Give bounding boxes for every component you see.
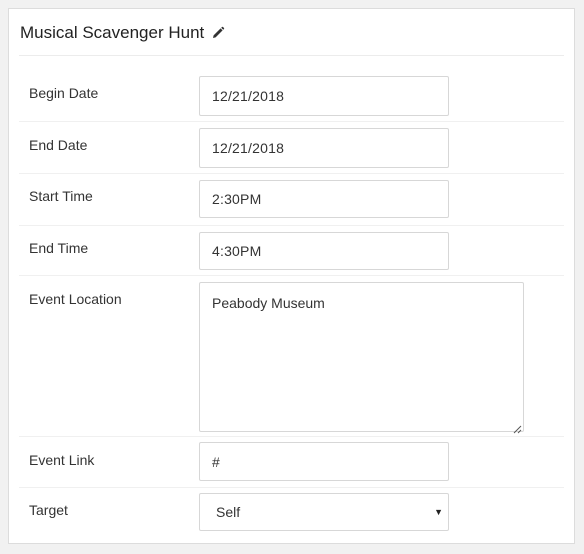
event-panel: Musical Scavenger Hunt Begin Date 12/21/… xyxy=(8,8,575,544)
event-location-label: Event Location xyxy=(29,291,122,307)
resize-grip-icon[interactable] xyxy=(513,421,522,434)
start-time-label: Start Time xyxy=(29,188,93,204)
event-link-input[interactable]: # xyxy=(199,442,449,481)
target-select[interactable]: Self ▼ xyxy=(199,493,449,531)
row-begin-date: Begin Date 12/21/2018 xyxy=(19,56,564,122)
page-title: Musical Scavenger Hunt xyxy=(20,22,205,42)
panel-header: Musical Scavenger Hunt xyxy=(19,9,564,56)
event-location-textarea[interactable]: Peabody Museum xyxy=(199,282,524,434)
begin-date-label: Begin Date xyxy=(29,85,99,101)
target-label: Target xyxy=(29,502,68,518)
row-event-link: Event Link # xyxy=(19,437,564,488)
event-form: Begin Date 12/21/2018 End Date 12/21/201… xyxy=(19,56,564,538)
end-date-label: End Date xyxy=(29,137,88,153)
pencil-icon[interactable] xyxy=(211,26,225,40)
row-end-time: End Time 4:30PM xyxy=(19,226,564,276)
end-time-label: End Time xyxy=(29,240,89,256)
end-date-input[interactable]: 12/21/2018 xyxy=(199,128,449,168)
row-event-location: Event Location Peabody Museum xyxy=(19,276,564,437)
begin-date-input[interactable]: 12/21/2018 xyxy=(199,76,449,116)
event-link-label: Event Link xyxy=(29,452,95,468)
start-time-input[interactable]: 2:30PM xyxy=(199,180,449,218)
target-selected-value: Self xyxy=(216,504,241,520)
row-target: Target Self ▼ xyxy=(19,488,564,538)
row-end-date: End Date 12/21/2018 xyxy=(19,122,564,174)
event-location-value: Peabody Museum xyxy=(212,295,325,311)
end-time-input[interactable]: 4:30PM xyxy=(199,232,449,270)
row-start-time: Start Time 2:30PM xyxy=(19,174,564,226)
chevron-down-icon: ▼ xyxy=(434,507,443,517)
